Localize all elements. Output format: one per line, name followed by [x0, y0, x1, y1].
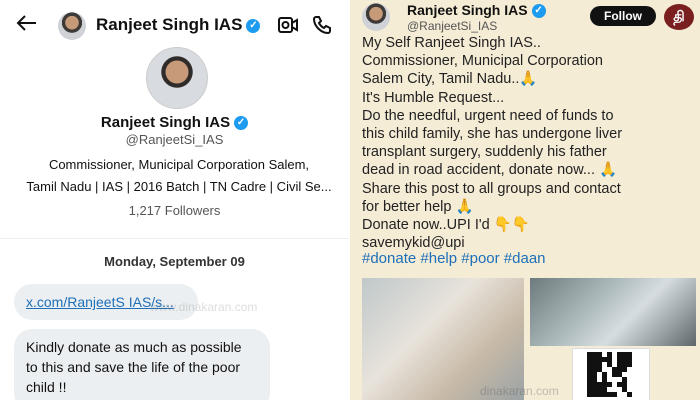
- tweet-line: dead in road accident, donate now... 🙏: [362, 162, 618, 179]
- follow-button[interactable]: Follow: [590, 6, 656, 26]
- tweet-line: transplant surgery, suddenly his father: [362, 144, 607, 161]
- message-line: child !!: [26, 379, 67, 395]
- child-photo[interactable]: [362, 278, 524, 400]
- date-separator: Monday, September 09: [104, 254, 245, 269]
- followers-count[interactable]: 1,217 Followers: [0, 203, 349, 218]
- verified-icon: ✓: [531, 4, 546, 19]
- qr-module: [612, 392, 617, 397]
- profile-handle: @RanjeetSi_IAS: [125, 132, 224, 147]
- dm-header: Ranjeet Singh IAS ✓: [0, 0, 349, 52]
- hospital-photo[interactable]: [530, 278, 696, 346]
- phone-icon[interactable]: [312, 15, 332, 35]
- qr-module: [622, 367, 627, 372]
- hashtags[interactable]: #donate #help #poor #daan: [362, 250, 546, 267]
- tweet-line: Do the needful, urgent need of funds to: [362, 107, 614, 124]
- tweet-line: for better help 🙏: [362, 198, 474, 215]
- divider: [0, 238, 349, 239]
- tweet-line: It's Humble Request...: [362, 89, 505, 106]
- bio-line: Tamil Nadu | IAS | 2016 Batch | TN Cadre…: [26, 179, 332, 194]
- upi-qr-code[interactable]: [572, 348, 650, 400]
- dm-screen: Ranjeet Singh IAS ✓ Ranjeet Singh IAS ✓ @R…: [0, 0, 349, 400]
- news-logo: தி: [664, 4, 694, 30]
- header-avatar[interactable]: [58, 12, 86, 40]
- tweet-author-name[interactable]: Ranjeet Singh IAS ✓: [407, 2, 546, 19]
- tweet-text: My Self Ranjeet Singh IAS.. Commissioner…: [362, 34, 696, 252]
- tweet-line: Commissioner, Municipal Corporation: [362, 53, 603, 70]
- tweet-line: My Self Ranjeet Singh IAS..: [362, 35, 541, 51]
- message-line: Kindly donate as much as possible: [26, 339, 242, 355]
- tweet-author-handle: @RanjeetSi_IAS: [407, 19, 498, 33]
- tweet-line: Donate now..UPI I'd 👇👇: [362, 217, 530, 234]
- watermark: www.dinakaran.com: [150, 300, 258, 314]
- back-arrow-icon[interactable]: [16, 12, 40, 36]
- verified-icon: ✓: [246, 18, 261, 33]
- profile-name-text: Ranjeet Singh IAS: [100, 114, 231, 131]
- profile-name: Ranjeet Singh IAS ✓: [0, 114, 349, 131]
- qr-module: [627, 362, 632, 367]
- profile-avatar[interactable]: [146, 47, 208, 109]
- tweet-line: Salem City, Tamil Nadu..🙏: [362, 71, 538, 88]
- watermark: dinakaran.com: [480, 384, 559, 398]
- profile-bio: Commissioner, Municipal Corporation Sale…: [14, 154, 344, 198]
- tweet-avatar[interactable]: [362, 3, 390, 31]
- header-name-text: Ranjeet Singh IAS: [96, 15, 243, 34]
- qr-module: [607, 382, 612, 387]
- qr-module: [627, 392, 632, 397]
- bio-line: Commissioner, Municipal Corporation Sale…: [48, 157, 310, 172]
- tweet-line: Share this post to all groups and contac…: [362, 180, 621, 197]
- message-bubble[interactable]: Kindly donate as much as possible to thi…: [14, 329, 270, 400]
- video-call-icon[interactable]: [277, 15, 298, 35]
- verified-icon: ✓: [234, 116, 249, 131]
- tweet-panel: Ranjeet Singh IAS ✓ @RanjeetSi_IAS Follow…: [350, 0, 700, 400]
- tweet-line: this child family, she has undergone liv…: [362, 126, 623, 143]
- header-name[interactable]: Ranjeet Singh IAS ✓: [96, 15, 261, 35]
- tweet-author-text: Ranjeet Singh IAS: [407, 2, 528, 18]
- message-line: to this and save the life of the poor: [26, 359, 241, 375]
